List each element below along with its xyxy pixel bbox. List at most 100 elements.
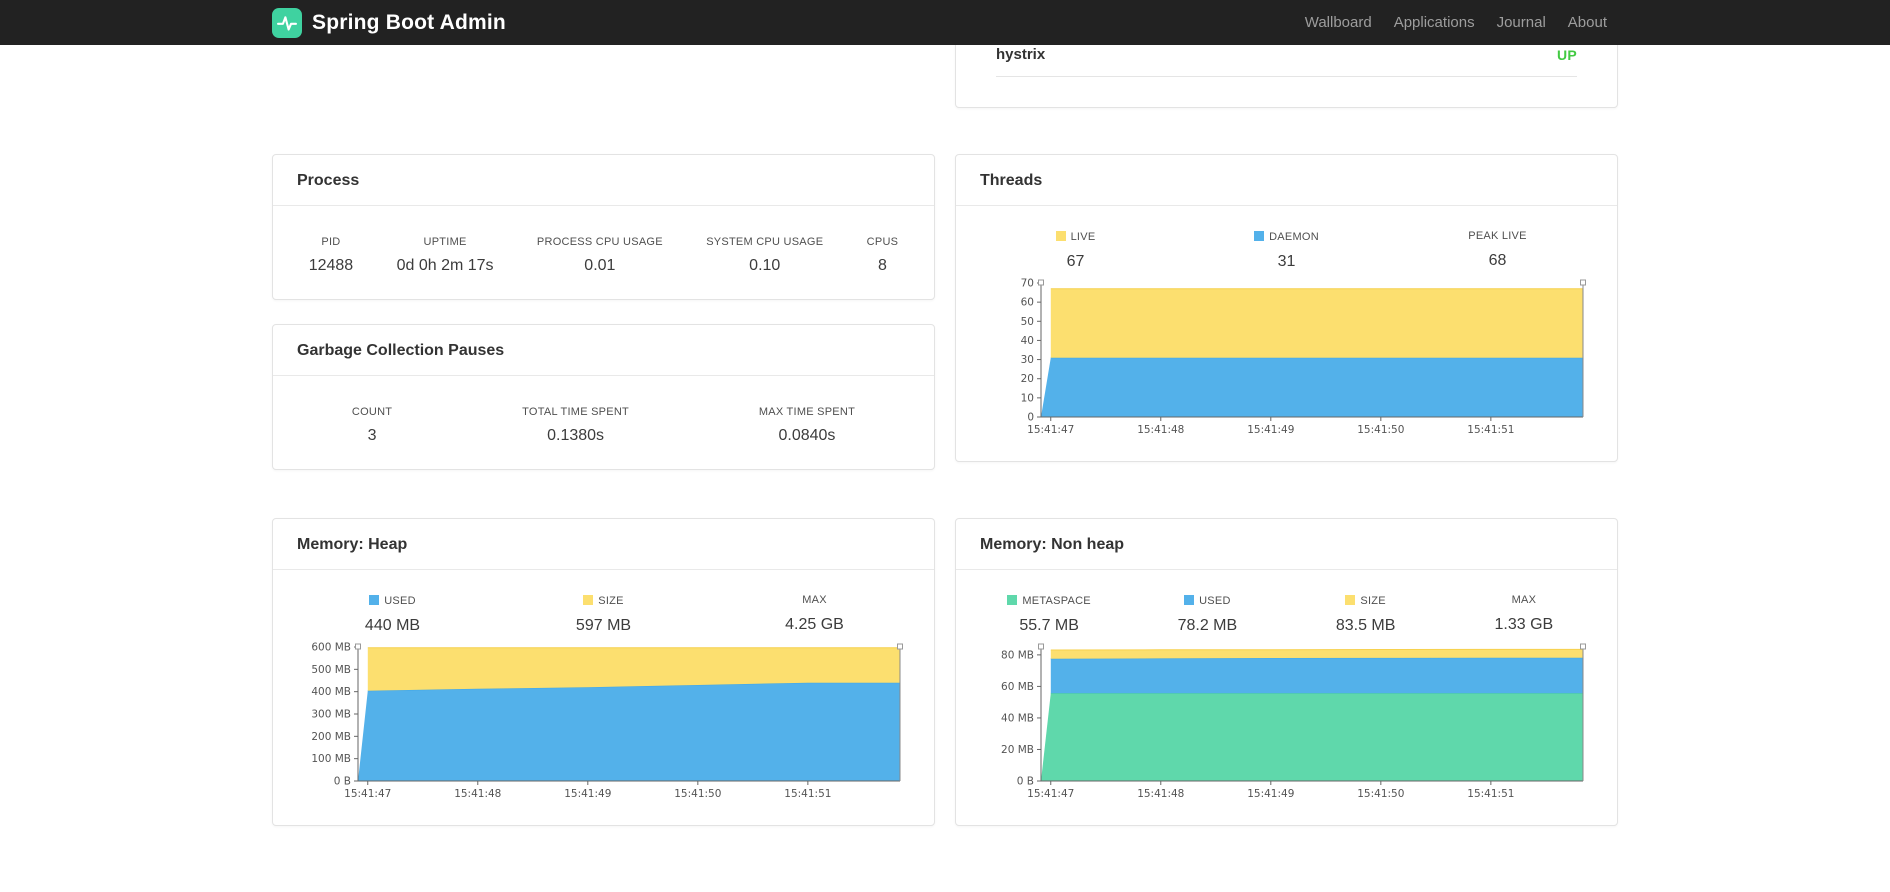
- legend-item-peak-live: PEAK LIVE 68: [1392, 230, 1603, 271]
- nav-item-applications[interactable]: Applications: [1383, 14, 1486, 31]
- metric-label: UPTIME: [423, 236, 467, 248]
- legend-item-used: USED 78.2 MB: [1128, 594, 1286, 635]
- metric-label: PROCESS CPU USAGE: [536, 236, 663, 248]
- nav-item-about[interactable]: About: [1557, 14, 1618, 31]
- metric-value: 12488: [308, 257, 354, 274]
- gc-card-title: Garbage Collection Pauses: [273, 325, 934, 376]
- legend-value: 440 MB: [364, 617, 421, 634]
- navbar-links: Wallboard Applications Journal About: [1294, 14, 1618, 31]
- svg-text:0: 0: [1027, 412, 1034, 424]
- svg-text:500 MB: 500 MB: [311, 664, 351, 676]
- legend-label: METASPACE: [1022, 595, 1091, 607]
- legend-item-max: MAX 1.33 GB: [1445, 594, 1603, 635]
- memory-non-heap-legend: METASPACE 55.7 MB USED 78.2 MB SIZE 83.5…: [956, 570, 1617, 635]
- live-swatch-icon: [1055, 231, 1066, 241]
- memory-non-heap-card-title: Memory: Non heap: [956, 519, 1617, 570]
- brand-logo-icon: [272, 7, 302, 38]
- svg-text:15:41:47: 15:41:47: [344, 788, 391, 800]
- svg-text:15:41:49: 15:41:49: [1247, 424, 1294, 436]
- svg-text:15:41:51: 15:41:51: [784, 788, 831, 800]
- threads-chart: 0 10 20 30 40 50 60 70 15:41:47 15:41:48 15:41:49 1…: [956, 277, 1617, 441]
- threads-card: Threads LIVE 67 DAEMON 31 PEAK LIVE 68 0…: [955, 154, 1618, 462]
- metric-value: 0.1380s: [547, 427, 605, 444]
- legend-label: SIZE: [598, 595, 624, 607]
- memory-non-heap-card: Memory: Non heap METASPACE 55.7 MB USED …: [955, 518, 1618, 826]
- metric-value: 0d 0h 2m 17s: [396, 257, 494, 274]
- metaspace-swatch-icon: [1007, 595, 1018, 605]
- svg-text:15:41:51: 15:41:51: [1467, 788, 1514, 800]
- svg-text:60 MB: 60 MB: [1001, 681, 1034, 693]
- legend-label: DAEMON: [1269, 231, 1319, 243]
- svg-text:15:41:48: 15:41:48: [1137, 424, 1184, 436]
- application-name[interactable]: hystrix: [996, 46, 1045, 63]
- nav-item-journal[interactable]: Journal: [1486, 14, 1557, 31]
- legend-item-size: SIZE 597 MB: [498, 594, 709, 635]
- svg-text:15:41:51: 15:41:51: [1467, 424, 1514, 436]
- top-row: Process PID 12488 UPTIME 0d 0h 2m 17s PR…: [272, 5, 1618, 470]
- legend-label: LIVE: [1070, 231, 1096, 243]
- svg-text:15:41:47: 15:41:47: [1027, 788, 1074, 800]
- metric-uptime: UPTIME 0d 0h 2m 17s: [397, 236, 494, 275]
- metric-value: 0.0840s: [778, 427, 836, 444]
- memory-heap-card: Memory: Heap USED 440 MB SIZE 597 MB MAX…: [272, 518, 935, 826]
- process-metrics: PID 12488 UPTIME 0d 0h 2m 17s PROCESS CP…: [273, 206, 934, 299]
- metric-value: 0.01: [584, 257, 616, 274]
- legend-label: MAX: [1511, 594, 1537, 606]
- svg-text:15:41:49: 15:41:49: [1247, 788, 1294, 800]
- svg-text:200 MB: 200 MB: [311, 731, 351, 743]
- memory-heap-chart: 0 B 100 MB 200 MB 300 MB 400 MB 500 MB 600 MB 1…: [273, 641, 934, 805]
- svg-text:80 MB: 80 MB: [1001, 649, 1034, 661]
- metric-gc-count: COUNT 3: [352, 406, 392, 445]
- metric-label: PID: [321, 236, 341, 248]
- metric-label: MAX TIME SPENT: [758, 406, 856, 418]
- svg-text:0 B: 0 B: [333, 776, 350, 788]
- metric-value: 3: [367, 427, 377, 444]
- svg-text:40: 40: [1020, 335, 1033, 347]
- size-swatch-icon: [583, 595, 594, 605]
- svg-text:100 MB: 100 MB: [311, 753, 351, 765]
- legend-label: USED: [384, 595, 416, 607]
- main-content: Process PID 12488 UPTIME 0d 0h 2m 17s PR…: [272, 5, 1618, 826]
- svg-text:20: 20: [1020, 373, 1033, 385]
- used-swatch-icon: [1184, 595, 1195, 605]
- svg-text:40 MB: 40 MB: [1001, 712, 1034, 724]
- metric-value: 0.10: [749, 257, 781, 274]
- legend-label: USED: [1199, 595, 1231, 607]
- metric-process-cpu: PROCESS CPU USAGE 0.01: [537, 236, 663, 275]
- legend-label: MAX: [802, 594, 827, 606]
- brand-title: Spring Boot Admin: [312, 10, 506, 34]
- svg-text:15:41:48: 15:41:48: [454, 788, 501, 800]
- svg-text:400 MB: 400 MB: [311, 686, 351, 698]
- process-card: Process PID 12488 UPTIME 0d 0h 2m 17s PR…: [272, 154, 935, 300]
- memory-heap-legend: USED 440 MB SIZE 597 MB MAX 4.25 GB: [273, 570, 934, 635]
- legend-value: 67: [1066, 253, 1085, 270]
- application-row[interactable]: hystrix UP: [996, 46, 1577, 77]
- nav-item-wallboard[interactable]: Wallboard: [1294, 14, 1383, 31]
- legend-label: SIZE: [1360, 595, 1386, 607]
- svg-text:600 MB: 600 MB: [311, 642, 351, 654]
- process-card-title: Process: [273, 155, 934, 206]
- legend-value: 4.25 GB: [785, 616, 844, 633]
- metric-label: SYSTEM CPU USAGE: [706, 236, 824, 248]
- threads-legend: LIVE 67 DAEMON 31 PEAK LIVE 68: [956, 206, 1617, 271]
- legend-item-used: USED 440 MB: [287, 594, 498, 635]
- left-column: Process PID 12488 UPTIME 0d 0h 2m 17s PR…: [272, 154, 935, 470]
- threads-card-title: Threads: [956, 155, 1617, 206]
- metric-cpus: CPUS 8: [867, 236, 899, 275]
- svg-text:30: 30: [1020, 354, 1033, 366]
- legend-item-metaspace: METASPACE 55.7 MB: [970, 594, 1128, 635]
- legend-value: 31: [1277, 253, 1296, 270]
- svg-text:60: 60: [1020, 297, 1033, 309]
- svg-text:10: 10: [1020, 392, 1033, 404]
- navbar: Spring Boot Admin Wallboard Applications…: [0, 0, 1890, 45]
- size-swatch-icon: [1345, 595, 1356, 605]
- svg-text:15:41:48: 15:41:48: [1137, 788, 1184, 800]
- brand-link[interactable]: Spring Boot Admin: [272, 7, 506, 38]
- legend-value: 1.33 GB: [1494, 616, 1554, 633]
- legend-value: 597 MB: [575, 617, 632, 634]
- metric-gc-total-time: TOTAL TIME SPENT 0.1380s: [522, 406, 629, 445]
- metric-system-cpu: SYSTEM CPU USAGE 0.10: [706, 236, 823, 275]
- svg-text:15:41:50: 15:41:50: [674, 788, 721, 800]
- navbar-inner: Spring Boot Admin Wallboard Applications…: [272, 0, 1618, 45]
- legend-value: 83.5 MB: [1335, 617, 1396, 634]
